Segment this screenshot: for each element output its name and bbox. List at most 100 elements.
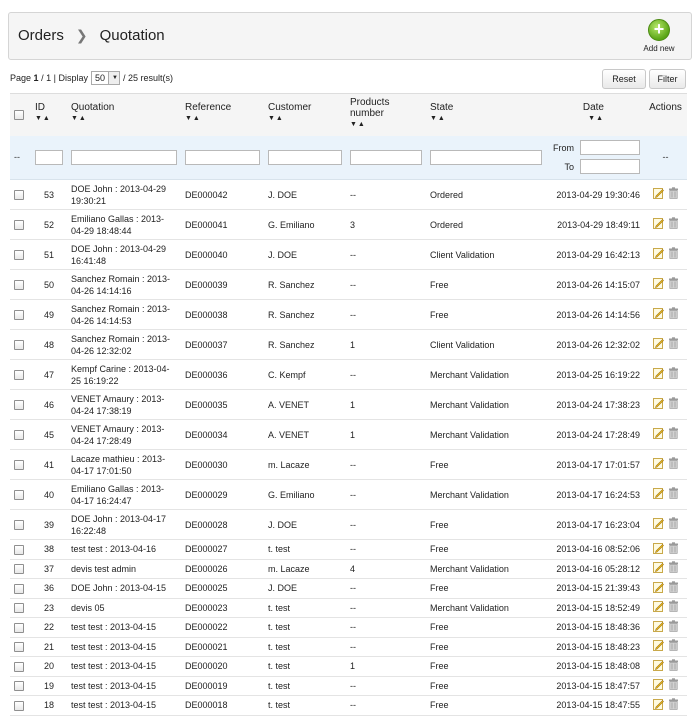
edit-icon[interactable] — [652, 542, 664, 554]
sort-arrows-icon[interactable]: ▼▲ — [550, 115, 604, 122]
trash-icon[interactable] — [668, 581, 679, 593]
add-new-button[interactable]: + Add new — [639, 19, 679, 53]
reference-filter-input[interactable] — [185, 149, 260, 165]
edit-icon[interactable] — [652, 659, 664, 671]
trash-icon[interactable] — [668, 337, 679, 349]
trash-icon[interactable] — [668, 659, 679, 671]
edit-icon[interactable] — [652, 367, 664, 379]
edit-icon[interactable] — [652, 187, 664, 199]
row-quotation: VENET Amaury : 2013-04-24 17:38:19 — [67, 389, 181, 420]
id-filter-input[interactable] — [35, 149, 63, 165]
customer-filter-input[interactable] — [268, 149, 342, 165]
row-checkbox[interactable] — [14, 250, 24, 261]
row-checkbox[interactable] — [14, 190, 24, 201]
row-checkbox[interactable] — [14, 520, 24, 531]
trash-icon[interactable] — [668, 367, 679, 379]
filter-button[interactable]: Filter — [649, 69, 686, 89]
row-quotation: test test : 2013-04-15 — [67, 637, 181, 657]
date-from-input[interactable] — [580, 140, 640, 156]
edit-icon[interactable] — [652, 397, 664, 409]
row-checkbox[interactable] — [14, 700, 24, 711]
row-checkbox[interactable] — [14, 370, 24, 381]
row-checkbox[interactable] — [14, 622, 24, 633]
date-to-input[interactable] — [580, 159, 640, 175]
filter-quotation-cell — [67, 135, 181, 180]
edit-icon[interactable] — [652, 247, 664, 259]
row-checkbox[interactable] — [14, 340, 24, 351]
edit-icon[interactable] — [652, 581, 664, 593]
row-checkbox[interactable] — [14, 603, 24, 614]
row-checkbox[interactable] — [14, 400, 24, 411]
row-customer: J. DOE — [264, 509, 346, 540]
header-customer: Customer ▼▲ — [264, 93, 346, 136]
edit-icon[interactable] — [652, 337, 664, 349]
edit-icon[interactable] — [652, 639, 664, 652]
edit-icon[interactable] — [652, 217, 664, 229]
sort-arrows-icon[interactable]: ▼▲ — [71, 115, 177, 122]
row-actions — [644, 479, 687, 510]
row-checkbox[interactable] — [14, 681, 24, 692]
row-checkbox[interactable] — [14, 642, 24, 653]
row-products: -- — [346, 578, 426, 599]
trash-icon[interactable] — [668, 397, 679, 409]
trash-icon[interactable] — [668, 600, 679, 612]
edit-icon[interactable] — [652, 487, 664, 499]
products-filter-input[interactable] — [350, 149, 422, 165]
row-checkbox[interactable] — [14, 564, 24, 575]
per-page-select[interactable]: 50 ▼ — [90, 71, 120, 85]
sort-arrows-icon[interactable]: ▼▲ — [185, 115, 260, 122]
trash-icon[interactable] — [668, 217, 679, 229]
edit-icon[interactable] — [652, 427, 664, 439]
sort-arrows-icon[interactable]: ▼▲ — [268, 115, 342, 122]
edit-icon[interactable] — [652, 277, 664, 289]
trash-icon[interactable] — [668, 427, 679, 439]
row-quotation: devis 05 — [67, 598, 181, 618]
row-checkbox[interactable] — [14, 430, 24, 441]
edit-icon[interactable] — [652, 457, 664, 469]
trash-icon[interactable] — [668, 620, 679, 632]
row-state: Free — [426, 449, 546, 480]
state-filter-input[interactable] — [430, 149, 542, 165]
trash-icon[interactable] — [668, 457, 679, 469]
trash-icon[interactable] — [668, 247, 679, 259]
row-quotation: DOE John : 2013-04-15 — [67, 578, 181, 599]
sort-arrows-icon[interactable]: ▼▲ — [35, 115, 63, 122]
row-checkbox[interactable] — [14, 220, 24, 231]
trash-icon[interactable] — [668, 187, 679, 199]
breadcrumb: Orders ❯ Quotation — [18, 27, 165, 44]
breadcrumb-orders[interactable]: Orders — [18, 27, 64, 44]
reset-button[interactable]: Reset — [602, 69, 646, 89]
row-date: 2013-04-15 18:52:49 — [546, 598, 644, 618]
row-id: 19 — [31, 676, 67, 696]
row-reference: DE000040 — [181, 239, 264, 270]
trash-icon[interactable] — [668, 307, 679, 319]
edit-icon[interactable] — [652, 517, 664, 529]
trash-icon[interactable] — [668, 517, 679, 529]
row-checkbox[interactable] — [14, 280, 24, 291]
sort-arrows-icon[interactable]: ▼▲ — [430, 115, 542, 122]
quotation-filter-input[interactable] — [71, 149, 177, 165]
trash-icon[interactable] — [668, 487, 679, 499]
row-actions — [644, 695, 687, 716]
row-quotation: Emiliano Gallas : 2013-04-17 16:24:47 — [67, 479, 181, 510]
select-all-checkbox[interactable] — [14, 110, 24, 120]
row-checkbox[interactable] — [14, 460, 24, 471]
trash-icon[interactable] — [668, 561, 679, 573]
row-checkbox[interactable] — [14, 490, 24, 501]
edit-icon[interactable] — [652, 307, 664, 319]
edit-icon[interactable] — [652, 620, 664, 632]
trash-icon[interactable] — [668, 639, 679, 651]
trash-icon[interactable] — [668, 678, 679, 690]
trash-icon[interactable] — [668, 277, 679, 289]
row-reference: DE000037 — [181, 329, 264, 360]
edit-icon[interactable] — [652, 600, 664, 613]
edit-icon[interactable] — [652, 561, 664, 574]
sort-arrows-icon[interactable]: ▼▲ — [350, 121, 422, 128]
trash-icon[interactable] — [668, 542, 679, 554]
row-date: 2013-04-29 18:49:11 — [546, 209, 644, 240]
row-checkbox[interactable] — [14, 583, 24, 594]
row-checkbox[interactable] — [14, 310, 24, 321]
row-checkbox[interactable] — [14, 544, 24, 555]
row-checkbox[interactable] — [14, 661, 24, 672]
edit-icon[interactable] — [652, 678, 664, 691]
